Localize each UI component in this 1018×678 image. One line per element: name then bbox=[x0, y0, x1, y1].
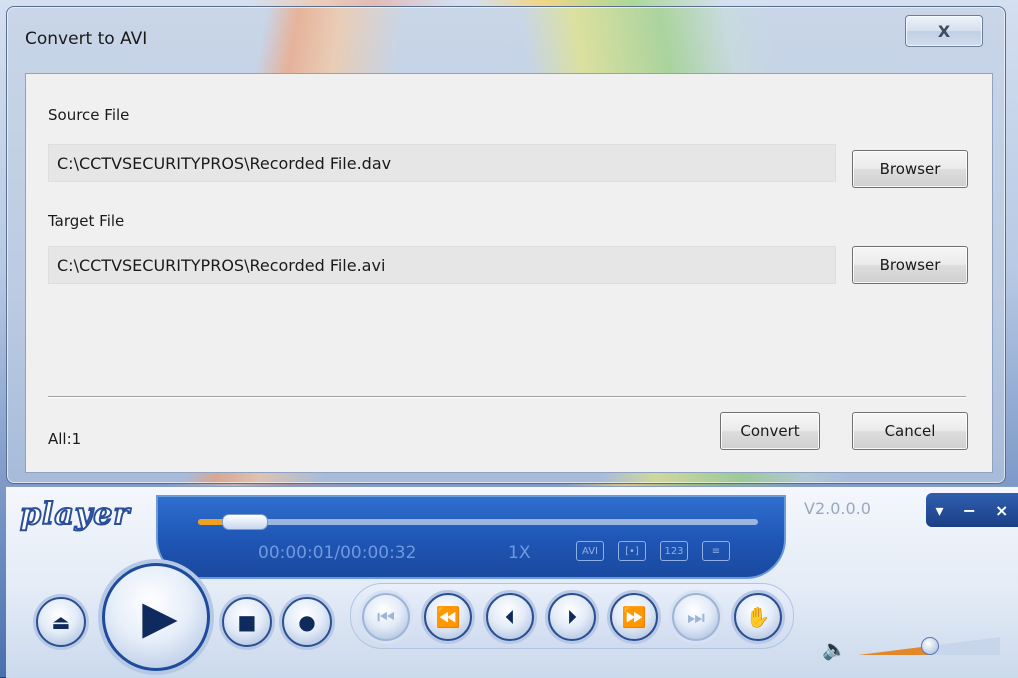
speed-display: 1X bbox=[508, 543, 531, 563]
player-window-controls: ▾ − × bbox=[926, 493, 1018, 527]
stop-button[interactable]: ■ bbox=[222, 597, 272, 647]
step-back-button[interactable]: ⏴ bbox=[486, 593, 534, 641]
number-icon[interactable]: 123 bbox=[660, 541, 688, 561]
seek-thumb[interactable] bbox=[222, 514, 268, 530]
speaker-icon[interactable]: 🔈 bbox=[822, 637, 847, 661]
record-icon: ● bbox=[298, 610, 316, 634]
version-label: V2.0.0.0 bbox=[804, 499, 871, 518]
step-back-icon: ⏴ bbox=[505, 605, 515, 629]
fast-forward-icon: ⏩ bbox=[621, 605, 647, 629]
minimize-icon[interactable]: − bbox=[963, 501, 976, 520]
source-browse-button[interactable]: Browser bbox=[852, 150, 968, 188]
panel-icons: AVI [•] 123 ≡ bbox=[576, 541, 730, 561]
prev-file-icon: ⏮ bbox=[377, 605, 395, 629]
source-file-field[interactable]: C:\CCTVSECURITYPROS\Recorded File.dav bbox=[48, 144, 836, 182]
target-file-field[interactable]: C:\CCTVSECURITYPROS\Recorded File.avi bbox=[48, 246, 836, 284]
menu-dropdown-icon[interactable]: ▾ bbox=[936, 501, 944, 520]
target-browse-button[interactable]: Browser bbox=[852, 246, 968, 284]
play-icon: ▶ bbox=[142, 590, 178, 644]
next-file-icon: ⏭ bbox=[687, 605, 705, 629]
close-icon: X bbox=[937, 21, 951, 41]
player-window: player 00:00:01/00:00:32 1X AVI [•] 123 … bbox=[6, 486, 1018, 678]
file-count: All:1 bbox=[48, 430, 82, 448]
player-info-panel: 00:00:01/00:00:32 1X AVI [•] 123 ≡ bbox=[156, 495, 786, 579]
avi-icon[interactable]: AVI bbox=[576, 541, 604, 561]
divider bbox=[48, 396, 966, 398]
close-icon[interactable]: × bbox=[995, 501, 1008, 520]
eject-icon: ⏏ bbox=[51, 610, 71, 634]
hand-icon: ✋ bbox=[745, 605, 771, 629]
step-forward-button[interactable]: ⏵ bbox=[548, 593, 596, 641]
hand-button[interactable]: ✋ bbox=[734, 593, 782, 641]
cancel-button[interactable]: Cancel bbox=[852, 412, 968, 450]
dialog-client-area: Source File C:\CCTVSECURITYPROS\Recorded… bbox=[25, 73, 993, 473]
close-button[interactable]: X bbox=[905, 15, 983, 47]
target-file-label: Target File bbox=[48, 212, 125, 230]
source-file-label: Source File bbox=[48, 106, 130, 124]
dialog-title: Convert to AVI bbox=[25, 29, 148, 49]
play-button[interactable]: ▶ bbox=[102, 563, 210, 671]
step-forward-icon: ⏵ bbox=[567, 605, 577, 629]
prev-file-button[interactable]: ⏮ bbox=[362, 593, 410, 641]
volume-thumb[interactable] bbox=[921, 637, 939, 655]
snapshot-icon[interactable]: [•] bbox=[618, 541, 646, 561]
rewind-icon: ⏪ bbox=[435, 605, 461, 629]
record-button[interactable]: ● bbox=[282, 597, 332, 647]
next-file-button[interactable]: ⏭ bbox=[672, 593, 720, 641]
rewind-button[interactable]: ⏪ bbox=[424, 593, 472, 641]
time-display: 00:00:01/00:00:32 bbox=[258, 543, 417, 563]
convert-dialog: Convert to AVI X Source File C:\CCTVSECU… bbox=[6, 6, 1006, 484]
eject-button[interactable]: ⏏ bbox=[36, 597, 86, 647]
list-icon[interactable]: ≡ bbox=[702, 541, 730, 561]
seek-bar[interactable] bbox=[198, 514, 758, 530]
player-logo: player bbox=[19, 496, 131, 533]
convert-button[interactable]: Convert bbox=[720, 412, 820, 450]
fast-forward-button[interactable]: ⏩ bbox=[610, 593, 658, 641]
stop-icon: ■ bbox=[237, 610, 257, 634]
